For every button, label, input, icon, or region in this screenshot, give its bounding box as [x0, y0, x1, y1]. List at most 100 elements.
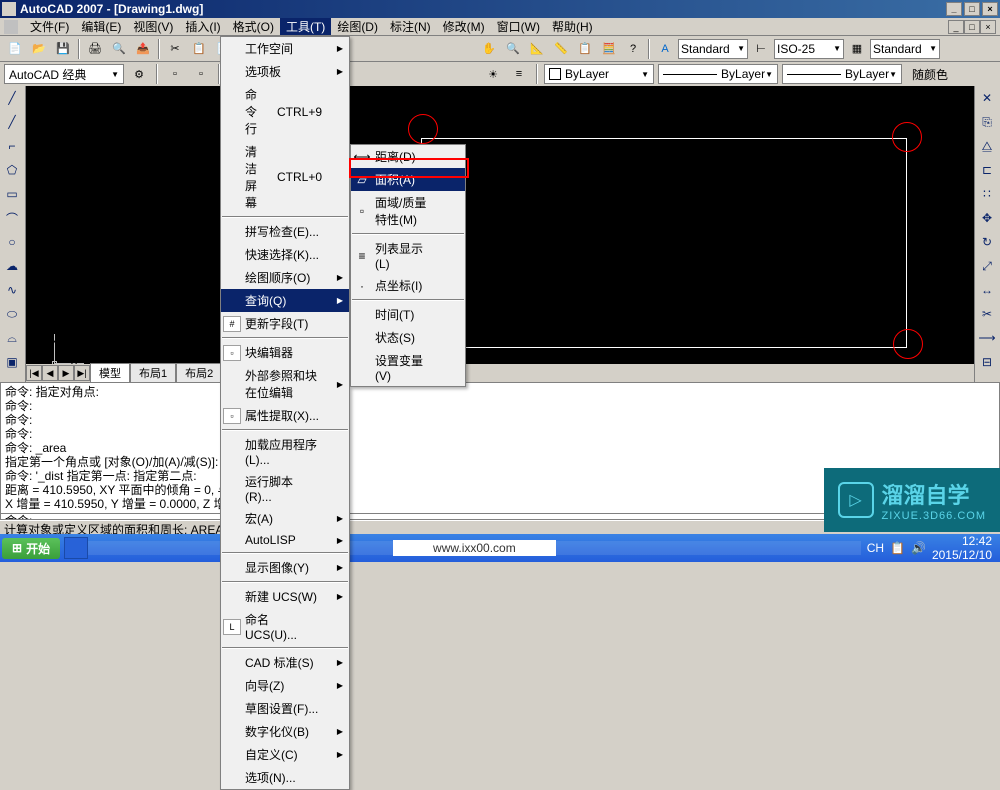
- menu-item-newucs[interactable]: 新建 UCS(W): [221, 585, 349, 608]
- menu-item-script[interactable]: 运行脚本(R)...: [221, 470, 349, 507]
- menu-item-wizards[interactable]: 向导(Z): [221, 674, 349, 697]
- menu-item-autolisp[interactable]: AutoLISP: [221, 530, 349, 550]
- save-icon[interactable]: 💾: [52, 38, 74, 60]
- menu-item-namducs[interactable]: L命名 UCS(U)...: [221, 608, 349, 645]
- layeroff-icon[interactable]: ☀: [482, 63, 504, 85]
- menu-draw[interactable]: 绘图(D): [331, 18, 384, 35]
- menu-format[interactable]: 格式(O): [227, 18, 280, 35]
- insert-icon[interactable]: ▣: [0, 350, 24, 374]
- mirror-icon[interactable]: ⧋: [975, 134, 999, 158]
- array-icon[interactable]: ∷: [975, 182, 999, 206]
- color-button[interactable]: 随颜色: [906, 63, 954, 85]
- stretch-icon[interactable]: ↔: [975, 278, 999, 302]
- submenu-item-setvar[interactable]: 设置变量(V): [351, 349, 465, 386]
- menu-edit[interactable]: 编辑(E): [75, 18, 127, 35]
- menu-item-appload[interactable]: 加载应用程序(L)...: [221, 433, 349, 470]
- menu-item-drafting[interactable]: 草图设置(F)...: [221, 697, 349, 720]
- menu-file[interactable]: 文件(F): [24, 18, 75, 35]
- lineweight-select[interactable]: ByLayer: [782, 64, 902, 84]
- menu-item-bedit[interactable]: ▫块编辑器: [221, 341, 349, 364]
- menu-item-updatefield[interactable]: #更新字段(T): [221, 312, 349, 335]
- menu-item-xref[interactable]: 外部参照和块在位编辑: [221, 364, 349, 404]
- menu-item-customize[interactable]: 自定义(C): [221, 743, 349, 766]
- menu-item-workspace[interactable]: 工作空间: [221, 37, 349, 60]
- tablestyle-icon[interactable]: ▦: [846, 38, 868, 60]
- line-icon[interactable]: ╱: [0, 86, 24, 110]
- tab-prev-button[interactable]: ◀: [42, 365, 58, 381]
- workspace-select[interactable]: AutoCAD 经典: [4, 64, 124, 84]
- menu-dimension[interactable]: 标注(N): [384, 18, 437, 35]
- menu-view[interactable]: 视图(V): [127, 18, 179, 35]
- lang-indicator[interactable]: CH: [867, 541, 884, 555]
- tool-a-icon[interactable]: ▫: [164, 63, 186, 85]
- dimstyle-icon[interactable]: ⊢: [750, 38, 772, 60]
- menu-item-cleanscreen[interactable]: 清洁屏幕CTRL+0: [221, 140, 349, 214]
- tab-layout2[interactable]: 布局2: [176, 363, 222, 383]
- rectangle-icon[interactable]: ▭: [0, 182, 24, 206]
- linetype-select[interactable]: ByLayer: [658, 64, 778, 84]
- submenu-item-massprop[interactable]: ▫面域/质量特性(M): [351, 191, 465, 231]
- menu-window[interactable]: 窗口(W): [491, 18, 546, 35]
- tab-last-button[interactable]: ▶|: [74, 365, 90, 381]
- menu-insert[interactable]: 插入(I): [179, 18, 226, 35]
- polyline-icon[interactable]: ⌐: [0, 134, 24, 158]
- publish-icon[interactable]: 📤: [132, 38, 154, 60]
- tab-next-button[interactable]: ▶: [58, 365, 74, 381]
- menu-tools[interactable]: 工具(T): [280, 18, 331, 35]
- minimize-button[interactable]: _: [946, 2, 962, 16]
- close-button[interactable]: ×: [982, 2, 998, 16]
- ws-settings-icon[interactable]: ⚙: [128, 63, 150, 85]
- menu-item-tablet[interactable]: 数字化仪(B): [221, 720, 349, 743]
- textstyle-icon[interactable]: A: [654, 38, 676, 60]
- tray-icon[interactable]: 🔊: [911, 541, 926, 555]
- menu-help[interactable]: 帮助(H): [546, 18, 599, 35]
- cut-icon[interactable]: ✂: [164, 38, 186, 60]
- erase-icon[interactable]: ✕: [975, 86, 999, 110]
- submenu-item-dist[interactable]: ⟷距离(D): [351, 145, 465, 168]
- tool1-icon[interactable]: 📐: [526, 38, 548, 60]
- ellipse-icon[interactable]: ⬭: [0, 302, 24, 326]
- menu-item-macro[interactable]: 宏(A): [221, 507, 349, 530]
- tab-first-button[interactable]: |◀: [26, 365, 42, 381]
- menu-item-palettes[interactable]: 选项板: [221, 60, 349, 83]
- menu-item-image[interactable]: 显示图像(Y): [221, 556, 349, 579]
- offset-icon[interactable]: ⊏: [975, 158, 999, 182]
- rotate-icon[interactable]: ↻: [975, 230, 999, 254]
- dimstyle-select[interactable]: ISO-25: [774, 39, 844, 59]
- tab-layout1[interactable]: 布局1: [130, 363, 176, 383]
- pan-icon[interactable]: ✋: [478, 38, 500, 60]
- revcloud-icon[interactable]: ☁: [0, 254, 24, 278]
- circle-icon[interactable]: ○: [0, 230, 24, 254]
- trim-icon[interactable]: ✂: [975, 302, 999, 326]
- menu-item-spell[interactable]: 拼写检查(E)...: [221, 220, 349, 243]
- tablestyle-select[interactable]: Standard: [870, 39, 940, 59]
- doc-maximize-button[interactable]: □: [964, 20, 980, 34]
- start-button[interactable]: ⊞开始: [2, 538, 60, 559]
- submenu-item-id[interactable]: ·点坐标(I): [351, 274, 465, 297]
- menu-item-attext[interactable]: ▫属性提取(X)...: [221, 404, 349, 427]
- break-icon[interactable]: ⊟: [975, 350, 999, 374]
- new-icon[interactable]: 📄: [4, 38, 26, 60]
- tool-b-icon[interactable]: ▫: [190, 63, 212, 85]
- open-icon[interactable]: 📂: [28, 38, 50, 60]
- maximize-button[interactable]: □: [964, 2, 980, 16]
- layers-icon[interactable]: ≡: [508, 63, 530, 85]
- submenu-item-list[interactable]: ≡列表显示(L): [351, 237, 465, 274]
- menu-item-options[interactable]: 选项(N)...: [221, 766, 349, 789]
- help-icon[interactable]: ?: [622, 38, 644, 60]
- props-icon[interactable]: 📋: [574, 38, 596, 60]
- submenu-item-area[interactable]: ▱面积(A): [351, 168, 465, 191]
- menu-item-draworder[interactable]: 绘图顺序(O): [221, 266, 349, 289]
- textstyle-select[interactable]: Standard: [678, 39, 748, 59]
- xline-icon[interactable]: ╱: [0, 110, 24, 134]
- preview-icon[interactable]: 🔍: [108, 38, 130, 60]
- print-icon[interactable]: 🖨: [84, 38, 106, 60]
- arc2-icon[interactable]: ⌓: [0, 326, 24, 350]
- clock-time[interactable]: 12:42: [932, 534, 992, 548]
- submenu-item-time[interactable]: 时间(T): [351, 303, 465, 326]
- menu-item-cmdline[interactable]: 命令行CTRL+9: [221, 83, 349, 140]
- drawing-canvas[interactable]: Y X |◀ ◀ ▶ ▶| 模型 布局1 布局2: [26, 86, 974, 382]
- spline-icon[interactable]: ∿: [0, 278, 24, 302]
- polygon-icon[interactable]: ⬠: [0, 158, 24, 182]
- menu-modify[interactable]: 修改(M): [437, 18, 491, 35]
